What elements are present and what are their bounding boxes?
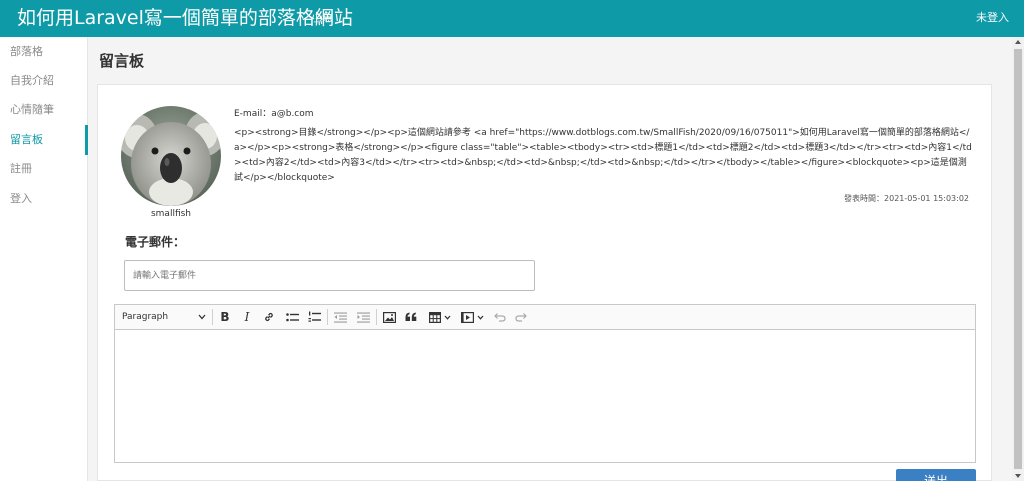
indent-button[interactable] — [353, 305, 373, 329]
sidebar-item-login[interactable]: 登入 — [0, 184, 88, 214]
insert-media-button[interactable] — [457, 305, 487, 329]
sidebar: 部落格 自我介紹 心情隨筆 留言板 註冊 登入 — [0, 37, 88, 481]
toolbar-separator — [212, 309, 213, 325]
submit-button[interactable]: 送出 — [896, 469, 976, 481]
redo-icon — [515, 313, 527, 322]
bold-icon: B — [220, 310, 230, 324]
scroll-down-arrow-icon[interactable] — [1015, 474, 1021, 478]
email-field[interactable] — [124, 260, 535, 291]
redo-button[interactable] — [511, 305, 531, 329]
table-icon — [429, 311, 441, 323]
outdent-button[interactable] — [330, 305, 350, 329]
toolbar-separator — [327, 309, 328, 325]
sidebar-item-about[interactable]: 自我介紹 — [0, 66, 88, 96]
chevron-down-icon — [198, 314, 206, 320]
italic-icon: I — [244, 310, 250, 324]
link-button[interactable] — [259, 305, 279, 329]
chevron-down-icon — [477, 315, 483, 320]
numbered-list-button[interactable] — [304, 305, 324, 329]
undo-icon — [494, 313, 506, 322]
insert-table-button[interactable] — [425, 305, 455, 329]
site-title[interactable]: 如何用Laravel寫一個簡單的部落格網站 — [17, 6, 353, 30]
koala-avatar-image — [121, 106, 221, 206]
bulleted-list-icon — [285, 312, 299, 321]
bulleted-list-button[interactable] — [282, 305, 302, 329]
sidebar-item-guestbook[interactable]: 留言板 — [0, 125, 88, 155]
link-icon — [265, 312, 273, 322]
email-field-label: 電子郵件： — [125, 235, 186, 249]
login-status-link[interactable]: 未登入 — [976, 11, 1009, 25]
media-icon — [460, 311, 474, 323]
avatar — [121, 106, 221, 206]
page-scrollbar[interactable] — [1012, 37, 1024, 481]
rich-text-editor[interactable] — [114, 329, 976, 463]
page-title: 留言板 — [99, 52, 145, 70]
blockquote-icon — [405, 312, 417, 321]
chevron-down-icon — [444, 315, 451, 320]
image-icon — [382, 311, 396, 323]
numbered-list-icon — [308, 311, 321, 322]
top-navbar: 如何用Laravel寫一個簡單的部落格網站 小魚 未登入 — [0, 0, 1024, 37]
heading-dropdown[interactable]: Paragraph — [118, 305, 210, 329]
scrollbar-thumb[interactable] — [1014, 49, 1022, 469]
italic-button[interactable]: I — [237, 305, 257, 329]
heading-dropdown-value: Paragraph — [122, 312, 169, 322]
toolbar-separator — [376, 309, 377, 325]
sidebar-item-blog[interactable]: 部落格 — [0, 37, 88, 67]
insert-image-button[interactable] — [379, 305, 399, 329]
site-subtitle: 小魚 — [311, 11, 333, 24]
scroll-up-arrow-icon[interactable] — [1015, 40, 1021, 44]
message-body: <p><strong>目錄</strong></p><p>這個網站請參考 <a … — [234, 128, 972, 183]
bold-button[interactable]: B — [215, 305, 235, 329]
message-email: E-mail：a@b.com — [234, 109, 314, 119]
blockquote-button[interactable] — [401, 305, 421, 329]
author-name: smallfish — [150, 209, 192, 219]
indent-icon — [356, 312, 370, 323]
message-timestamp: 發表時間：2021-05-01 15:03:02 — [844, 194, 969, 203]
sidebar-item-register[interactable]: 註冊 — [0, 154, 88, 184]
undo-button[interactable] — [490, 305, 510, 329]
outdent-icon — [333, 312, 347, 323]
sidebar-item-diary[interactable]: 心情隨筆 — [0, 95, 88, 125]
